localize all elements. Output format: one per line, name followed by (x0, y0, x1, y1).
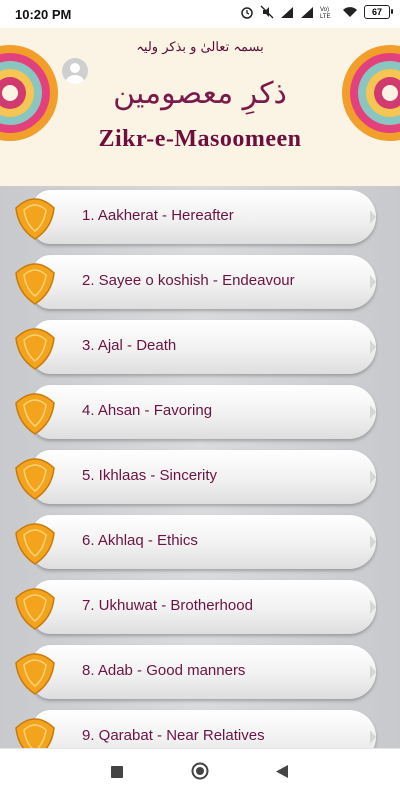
status-bar: 10:20 PM Vo) LTE 67 (0, 0, 400, 28)
chevron-right-icon (370, 470, 376, 484)
status-icons: Vo) LTE 67 (240, 5, 393, 19)
list-item-label: 8. Adab - Good manners (82, 662, 246, 679)
volte-icon: Vo) LTE (320, 5, 336, 19)
battery-icon: 67 (364, 5, 393, 19)
list-item-label: 5. Ikhlaas - Sincerity (82, 467, 218, 484)
ornament-badge-icon (15, 588, 55, 630)
wifi-icon (342, 6, 358, 18)
svg-text:LTE: LTE (320, 14, 331, 19)
chevron-right-icon (370, 535, 376, 549)
recent-apps-button[interactable] (111, 765, 123, 783)
system-nav-bar (0, 748, 400, 801)
chevron-right-icon (370, 730, 376, 744)
list-item-label: 9. Qarabat - Near Relatives (82, 727, 265, 744)
ornament-badge-icon (15, 653, 55, 695)
ornament-badge-icon (15, 263, 55, 305)
title-urdu: ذکرِ معصومین (113, 76, 287, 111)
list-item-8[interactable]: 8. Adab - Good manners (12, 645, 376, 699)
svg-text:Vo): Vo) (320, 7, 329, 13)
ornament-badge-icon (15, 393, 55, 435)
list-item-2[interactable]: 2. Sayee o koshish - Endeavour (12, 255, 376, 309)
title-english: Zikr-e-Masoomeen (98, 126, 302, 152)
chevron-right-icon (370, 210, 376, 224)
ornament-badge-icon (15, 718, 55, 748)
ornament-badge-icon (15, 458, 55, 500)
square-icon (111, 766, 123, 778)
list-item-label: 2. Sayee o koshish - Endeavour (82, 272, 295, 289)
home-button[interactable] (191, 762, 209, 785)
list-item-6[interactable]: 6. Akhlaq - Ethics (12, 515, 376, 569)
chevron-right-icon (370, 405, 376, 419)
header-banner: بسمہ تعالیٰ و بذکر ولیہ ذکرِ معصومین Zik… (0, 28, 400, 186)
signal-icon-1 (280, 6, 294, 18)
bismillah-text: بسمہ تعالیٰ و بذکر ولیہ (136, 40, 264, 55)
status-time: 10:20 PM (15, 7, 72, 22)
list-item-7[interactable]: 7. Ukhuwat - Brotherhood (12, 580, 376, 634)
list-item-9[interactable]: 9. Qarabat - Near Relatives (12, 710, 376, 748)
triangle-back-icon (276, 765, 288, 778)
circle-icon (191, 762, 209, 780)
list-item-label: 7. Ukhuwat - Brotherhood (82, 597, 253, 614)
ornament-badge-icon (15, 523, 55, 565)
list-item-5[interactable]: 5. Ikhlaas - Sincerity (12, 450, 376, 504)
signal-icon-2 (300, 6, 314, 18)
topic-list: 1. Aakherat - Hereafter 2. Sayee o koshi… (0, 186, 400, 748)
ornament-badge-icon (15, 198, 55, 240)
chevron-right-icon (370, 340, 376, 354)
mute-icon (260, 5, 274, 19)
list-item-label: 6. Akhlaq - Ethics (82, 532, 198, 549)
list-item-label: 4. Ahsan - Favoring (82, 402, 213, 419)
list-item-3[interactable]: 3. Ajal - Death (12, 320, 376, 374)
list-item-label: 3. Ajal - Death (82, 337, 177, 354)
list-item-1[interactable]: 1. Aakherat - Hereafter (12, 190, 376, 244)
chevron-right-icon (370, 275, 376, 289)
chevron-right-icon (370, 600, 376, 614)
list-item-4[interactable]: 4. Ahsan - Favoring (12, 385, 376, 439)
list-item-label: 1. Aakherat - Hereafter (82, 207, 234, 224)
back-button[interactable] (276, 765, 288, 783)
chevron-right-icon (370, 665, 376, 679)
ornament-badge-icon (15, 328, 55, 370)
alarm-icon (240, 5, 254, 19)
